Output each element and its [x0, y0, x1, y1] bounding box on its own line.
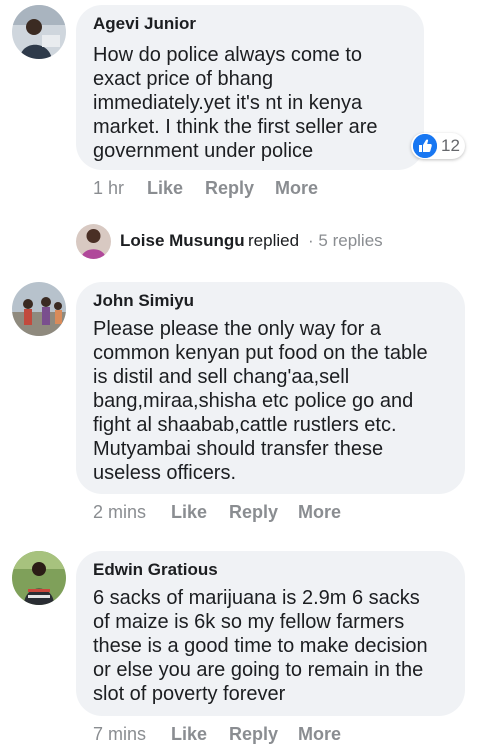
comment-bubble-edwin-gratious: Edwin Gratious 6 sacks of marijuana is 2…	[76, 551, 465, 716]
like-button[interactable]: Like	[171, 724, 207, 745]
comment-author[interactable]: John Simiyu	[93, 291, 194, 311]
comment-author[interactable]: Edwin Gratious	[93, 560, 218, 580]
comment-text: How do police always come to exact price…	[93, 44, 378, 162]
view-replies-link[interactable]: Loise Musungu replied · 5 replies	[76, 222, 466, 262]
reply-button[interactable]: Reply	[205, 178, 254, 199]
avatar-agevi-junior[interactable]	[12, 5, 66, 59]
replied-label: replied	[248, 231, 300, 250]
comment-time: 2 mins	[93, 502, 147, 522]
comment-time: 7 mins	[93, 724, 147, 744]
comment-bubble-agevi-junior: Agevi Junior How do police always come t…	[76, 5, 424, 170]
more-button[interactable]: More	[298, 724, 341, 745]
comment-actions: 7 mins Like Reply More	[93, 724, 413, 746]
reaction-count: 12	[441, 136, 460, 155]
avatar-loise-musungu	[76, 224, 111, 259]
comment-text: Please please the only way for a common …	[93, 318, 428, 484]
comment-actions: 2 mins Like Reply More	[93, 502, 413, 524]
avatar-john-simiyu[interactable]	[12, 282, 66, 336]
reply-button[interactable]: Reply	[229, 724, 278, 745]
avatar-edwin-gratious[interactable]	[12, 551, 66, 605]
reply-button[interactable]: Reply	[229, 502, 278, 523]
comment-actions: 1 hr Like Reply More	[93, 178, 393, 200]
replies-count-text: · 5 replies	[308, 231, 383, 250]
reaction-badge[interactable]: 12	[411, 133, 465, 159]
comment-bubble-john-simiyu: John Simiyu Please please the only way f…	[76, 282, 465, 494]
comment-author[interactable]: Agevi Junior	[93, 14, 196, 34]
replier-name: Loise Musungu	[120, 231, 245, 250]
comment-time: 1 hr	[93, 178, 125, 198]
like-thumb-icon	[413, 134, 437, 158]
more-button[interactable]: More	[298, 502, 341, 523]
like-button[interactable]: Like	[147, 178, 183, 199]
comment-text: 6 sacks of marijuana is 2.9m 6 sacks of …	[93, 587, 428, 705]
like-button[interactable]: Like	[171, 502, 207, 523]
more-button[interactable]: More	[275, 178, 318, 199]
